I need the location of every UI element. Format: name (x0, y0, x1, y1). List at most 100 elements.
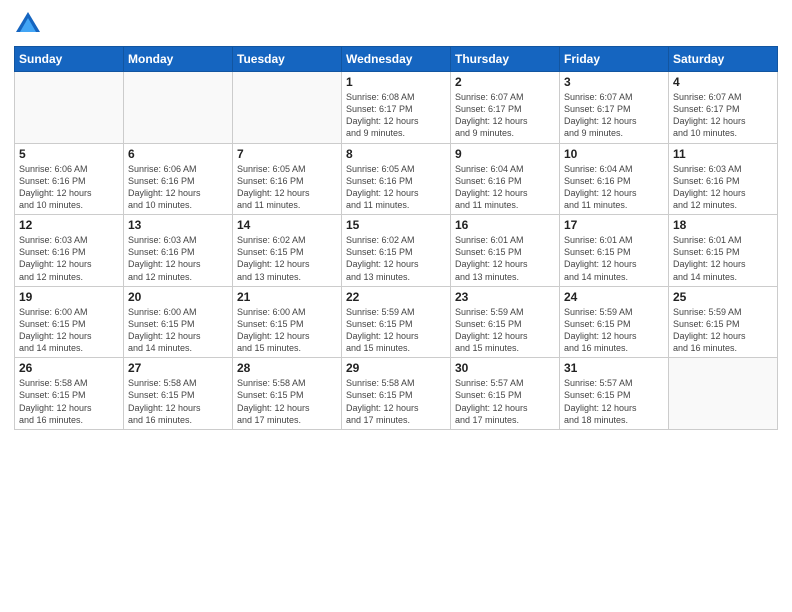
calendar-cell: 3 Sunrise: 6:07 AM Sunset: 6:17 PM Daylig… (560, 72, 669, 144)
day-info: Sunrise: 6:08 AM Sunset: 6:17 PM Dayligh… (346, 91, 446, 140)
calendar-cell: 4 Sunrise: 6:07 AM Sunset: 6:17 PM Daylig… (669, 72, 778, 144)
day-info: Sunrise: 5:59 AM Sunset: 6:15 PM Dayligh… (673, 306, 773, 355)
calendar-cell: 16Sunrise: 6:01 AM Sunset: 6:15 PM Dayli… (451, 215, 560, 287)
day-number: 7 (237, 147, 337, 161)
day-number: 15 (346, 218, 446, 232)
weekday-header-saturday: Saturday (669, 47, 778, 72)
calendar-cell: 26 Sunrise: 5:58 AM Sunset: 6:15 PM Dayli… (15, 358, 124, 430)
day-info: Sunrise: 6:07 AM Sunset: 6:17 PM Dayligh… (455, 91, 555, 140)
day-info: Sunrise: 5:57 AM Sunset: 6:15 PM Dayligh… (564, 377, 664, 426)
weekday-header-monday: Monday (124, 47, 233, 72)
day-number: 4 (673, 75, 773, 89)
day-info: Sunrise: 6:05 AM Sunset: 6:16 PM Dayligh… (237, 163, 337, 212)
day-number: 6 (128, 147, 228, 161)
calendar-cell: 1 Sunrise: 6:08 AM Sunset: 6:17 PM Daylig… (342, 72, 451, 144)
day-info: Sunrise: 6:00 AM Sunset: 6:15 PM Dayligh… (128, 306, 228, 355)
day-number: 3 (564, 75, 664, 89)
day-number: 17 (564, 218, 664, 232)
calendar-cell: 18 Sunrise: 6:01 AM Sunset: 6:15 PM Dayli… (669, 215, 778, 287)
calendar-cell: 11 Sunrise: 6:03 AM Sunset: 6:16 PM Dayli… (669, 143, 778, 215)
day-info: Sunrise: 6:01 AM Sunset: 6:15 PM Dayligh… (673, 234, 773, 283)
calendar-cell: 15 Sunrise: 6:02 AM Sunset: 6:15 PM Dayli… (342, 215, 451, 287)
logo-icon (14, 10, 42, 38)
day-number: 11 (673, 147, 773, 161)
day-number: 18 (673, 218, 773, 232)
day-info: Sunrise: 6:03 AM Sunset: 6:16 PM Dayligh… (673, 163, 773, 212)
calendar-week-4: 19Sunrise: 6:00 AM Sunset: 6:15 PM Dayli… (15, 286, 778, 358)
day-info: Sunrise: 5:58 AM Sunset: 6:15 PM Dayligh… (346, 377, 446, 426)
calendar-cell: 8Sunrise: 6:05 AM Sunset: 6:16 PM Daylig… (342, 143, 451, 215)
calendar-cell: 5 Sunrise: 6:06 AM Sunset: 6:16 PM Daylig… (15, 143, 124, 215)
day-info: Sunrise: 5:57 AM Sunset: 6:15 PM Dayligh… (455, 377, 555, 426)
weekday-header-friday: Friday (560, 47, 669, 72)
day-info: Sunrise: 6:03 AM Sunset: 6:16 PM Dayligh… (19, 234, 119, 283)
day-info: Sunrise: 6:04 AM Sunset: 6:16 PM Dayligh… (455, 163, 555, 212)
calendar-cell: 13 Sunrise: 6:03 AM Sunset: 6:16 PM Dayli… (124, 215, 233, 287)
weekday-header-sunday: Sunday (15, 47, 124, 72)
day-info: Sunrise: 6:07 AM Sunset: 6:17 PM Dayligh… (673, 91, 773, 140)
day-info: Sunrise: 6:00 AM Sunset: 6:15 PM Dayligh… (237, 306, 337, 355)
day-info: Sunrise: 6:05 AM Sunset: 6:16 PM Dayligh… (346, 163, 446, 212)
calendar-week-1: 1 Sunrise: 6:08 AM Sunset: 6:17 PM Daylig… (15, 72, 778, 144)
calendar-cell: 7 Sunrise: 6:05 AM Sunset: 6:16 PM Daylig… (233, 143, 342, 215)
calendar-cell: 2 Sunrise: 6:07 AM Sunset: 6:17 PM Daylig… (451, 72, 560, 144)
day-number: 5 (19, 147, 119, 161)
logo (14, 10, 46, 38)
day-info: Sunrise: 6:00 AM Sunset: 6:15 PM Dayligh… (19, 306, 119, 355)
calendar-cell: 19Sunrise: 6:00 AM Sunset: 6:15 PM Dayli… (15, 286, 124, 358)
day-info: Sunrise: 6:01 AM Sunset: 6:15 PM Dayligh… (564, 234, 664, 283)
day-info: Sunrise: 6:02 AM Sunset: 6:15 PM Dayligh… (346, 234, 446, 283)
calendar-cell: 12Sunrise: 6:03 AM Sunset: 6:16 PM Dayli… (15, 215, 124, 287)
day-info: Sunrise: 6:02 AM Sunset: 6:15 PM Dayligh… (237, 234, 337, 283)
calendar-cell: 22 Sunrise: 5:59 AM Sunset: 6:15 PM Dayli… (342, 286, 451, 358)
calendar-week-5: 26 Sunrise: 5:58 AM Sunset: 6:15 PM Dayli… (15, 358, 778, 430)
day-info: Sunrise: 6:03 AM Sunset: 6:16 PM Dayligh… (128, 234, 228, 283)
day-info: Sunrise: 6:07 AM Sunset: 6:17 PM Dayligh… (564, 91, 664, 140)
weekday-header-wednesday: Wednesday (342, 47, 451, 72)
calendar-cell (15, 72, 124, 144)
day-number: 28 (237, 361, 337, 375)
day-number: 20 (128, 290, 228, 304)
calendar-cell: 21Sunrise: 6:00 AM Sunset: 6:15 PM Dayli… (233, 286, 342, 358)
day-info: Sunrise: 6:04 AM Sunset: 6:16 PM Dayligh… (564, 163, 664, 212)
calendar-cell (669, 358, 778, 430)
calendar-cell: 27Sunrise: 5:58 AM Sunset: 6:15 PM Dayli… (124, 358, 233, 430)
calendar-cell: 20 Sunrise: 6:00 AM Sunset: 6:15 PM Dayli… (124, 286, 233, 358)
calendar-cell: 29Sunrise: 5:58 AM Sunset: 6:15 PM Dayli… (342, 358, 451, 430)
calendar-cell: 10Sunrise: 6:04 AM Sunset: 6:16 PM Dayli… (560, 143, 669, 215)
weekday-header-tuesday: Tuesday (233, 47, 342, 72)
day-info: Sunrise: 5:59 AM Sunset: 6:15 PM Dayligh… (346, 306, 446, 355)
day-number: 25 (673, 290, 773, 304)
day-number: 30 (455, 361, 555, 375)
day-number: 1 (346, 75, 446, 89)
calendar-cell: 24 Sunrise: 5:59 AM Sunset: 6:15 PM Dayli… (560, 286, 669, 358)
calendar-cell: 9Sunrise: 6:04 AM Sunset: 6:16 PM Daylig… (451, 143, 560, 215)
day-number: 27 (128, 361, 228, 375)
calendar-cell: 30 Sunrise: 5:57 AM Sunset: 6:15 PM Dayli… (451, 358, 560, 430)
calendar-cell: 28 Sunrise: 5:58 AM Sunset: 6:15 PM Dayli… (233, 358, 342, 430)
day-number: 26 (19, 361, 119, 375)
weekday-header-thursday: Thursday (451, 47, 560, 72)
calendar-cell (233, 72, 342, 144)
day-info: Sunrise: 5:58 AM Sunset: 6:15 PM Dayligh… (19, 377, 119, 426)
day-number: 22 (346, 290, 446, 304)
day-info: Sunrise: 6:06 AM Sunset: 6:16 PM Dayligh… (128, 163, 228, 212)
calendar-cell: 31 Sunrise: 5:57 AM Sunset: 6:15 PM Dayli… (560, 358, 669, 430)
day-number: 23 (455, 290, 555, 304)
calendar-cell (124, 72, 233, 144)
day-info: Sunrise: 5:59 AM Sunset: 6:15 PM Dayligh… (455, 306, 555, 355)
day-info: Sunrise: 5:58 AM Sunset: 6:15 PM Dayligh… (237, 377, 337, 426)
day-info: Sunrise: 6:06 AM Sunset: 6:16 PM Dayligh… (19, 163, 119, 212)
page: SundayMondayTuesdayWednesdayThursdayFrid… (0, 0, 792, 612)
weekday-header-row: SundayMondayTuesdayWednesdayThursdayFrid… (15, 47, 778, 72)
day-number: 2 (455, 75, 555, 89)
calendar-cell: 14Sunrise: 6:02 AM Sunset: 6:15 PM Dayli… (233, 215, 342, 287)
day-info: Sunrise: 6:01 AM Sunset: 6:15 PM Dayligh… (455, 234, 555, 283)
day-info: Sunrise: 5:59 AM Sunset: 6:15 PM Dayligh… (564, 306, 664, 355)
calendar-cell: 17 Sunrise: 6:01 AM Sunset: 6:15 PM Dayli… (560, 215, 669, 287)
day-number: 31 (564, 361, 664, 375)
calendar-cell: 25 Sunrise: 5:59 AM Sunset: 6:15 PM Dayli… (669, 286, 778, 358)
calendar-cell: 23 Sunrise: 5:59 AM Sunset: 6:15 PM Dayli… (451, 286, 560, 358)
day-number: 24 (564, 290, 664, 304)
day-number: 13 (128, 218, 228, 232)
